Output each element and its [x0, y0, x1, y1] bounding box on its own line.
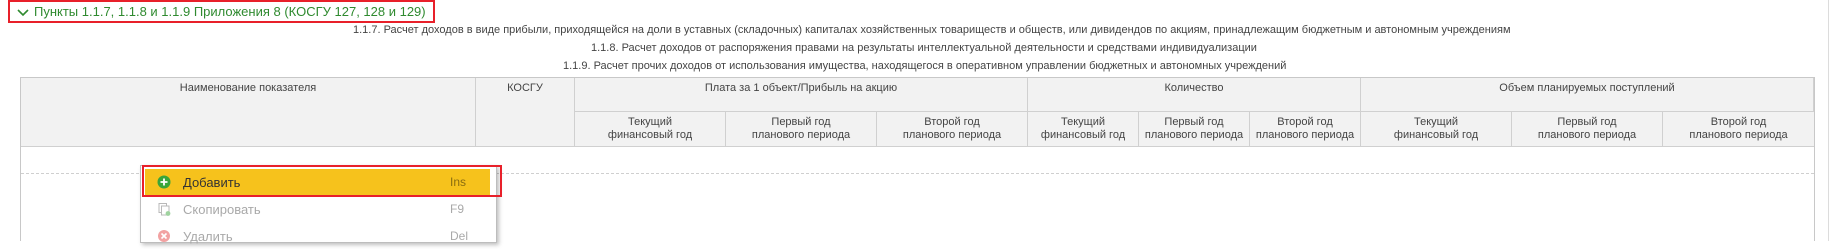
chevron-down-icon[interactable] — [16, 5, 30, 19]
menu-item-label: Удалить — [183, 228, 233, 244]
header-quantity-second[interactable]: Второй год планового периода — [1250, 112, 1361, 147]
header-volume-second[interactable]: Второй год планового периода — [1663, 112, 1814, 147]
section-header[interactable]: Пункты 1.1.7, 1.1.8 и 1.1.9 Приложения 8… — [8, 0, 435, 23]
header-payment[interactable]: Плата за 1 объект/Прибыль на акцию — [575, 78, 1028, 112]
header-quantity[interactable]: Количество — [1028, 78, 1361, 112]
menu-item-delete[interactable]: Удалить Del — [145, 223, 490, 249]
table-header: Наименование показателя КОСГУ Плата за 1… — [21, 78, 1814, 147]
menu-item-shortcut: F9 — [450, 202, 465, 216]
menu-item-label: Скопировать — [183, 201, 261, 217]
header-payment-current[interactable]: Текущий финансовый год — [575, 112, 726, 147]
header-quantity-current[interactable]: Текущий финансовый год — [1028, 112, 1139, 147]
header-quantity-first[interactable]: Первый год планового периода — [1139, 112, 1250, 147]
copy-icon — [157, 202, 171, 216]
header-volume-current[interactable]: Текущий финансовый год — [1361, 112, 1512, 147]
caption-119: 1.1.9. Расчет прочих доходов от использо… — [563, 60, 1287, 72]
caption-118: 1.1.8. Расчет доходов от распоряжения пр… — [591, 42, 1257, 54]
highlight-frame — [142, 165, 502, 197]
header-payment-first[interactable]: Первый год планового периода — [726, 112, 877, 147]
header-volume[interactable]: Объем планируемых поступлений — [1361, 78, 1814, 112]
header-name[interactable]: Наименование показателя — [21, 78, 476, 147]
right-divider — [1828, 0, 1829, 241]
header-kosgu[interactable]: КОСГУ — [476, 78, 575, 147]
menu-item-copy[interactable]: Скопировать F9 — [145, 196, 490, 222]
section-title[interactable]: Пункты 1.1.7, 1.1.8 и 1.1.9 Приложения 8… — [34, 4, 426, 19]
header-volume-first[interactable]: Первый год планового периода — [1512, 112, 1663, 147]
caption-117: 1.1.7. Расчет доходов в виде прибыли, пр… — [353, 24, 1511, 36]
header-payment-second[interactable]: Второй год планового периода — [877, 112, 1028, 147]
